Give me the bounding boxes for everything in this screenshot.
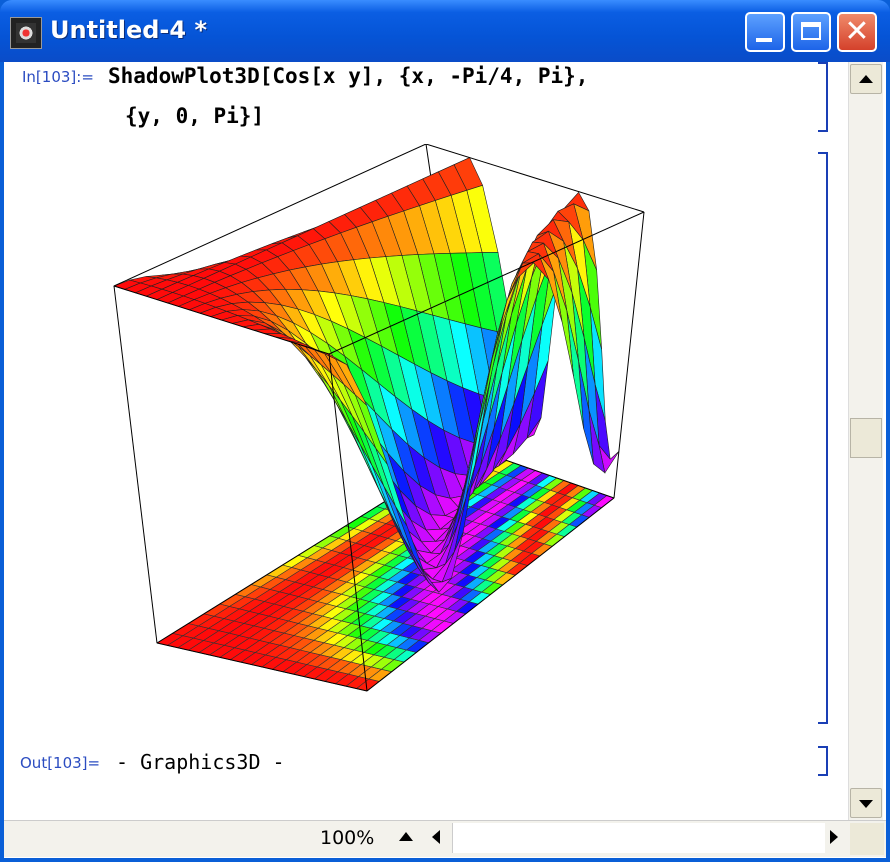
close-button[interactable]: ✕	[837, 12, 877, 52]
client-area: In[103]:= ShadowPlot3D[Cos[x y], {x, -Pi…	[4, 62, 886, 858]
resize-grip[interactable]	[850, 823, 884, 855]
output-graphics3d-text[interactable]: - Graphics3D -	[116, 750, 285, 774]
zoom-level[interactable]: 100%	[320, 827, 374, 849]
scroll-down-button[interactable]	[850, 788, 882, 818]
box-edge	[113, 285, 158, 644]
bottom-status-bar: 100%	[4, 820, 886, 857]
mathematica-app-icon[interactable]	[10, 17, 42, 49]
input-code-line-2[interactable]: {y, 0, Pi}]	[125, 104, 264, 128]
output-cell-bracket[interactable]	[818, 746, 828, 776]
arrow-down-icon	[859, 800, 873, 808]
zoom-menu-arrow-icon[interactable]	[399, 832, 413, 841]
maximize-button[interactable]	[791, 12, 831, 52]
input-code-line-1[interactable]: ShadowPlot3D[Cos[x y], {x, -Pi/4, Pi},	[108, 64, 588, 88]
minimize-button[interactable]	[745, 12, 785, 52]
shadowplot3d-graphic[interactable]	[104, 144, 664, 724]
arrow-up-icon	[859, 75, 873, 83]
vertical-scrollbar[interactable]	[848, 62, 883, 820]
scroll-right-icon[interactable]	[830, 830, 838, 844]
box-edge	[613, 211, 645, 499]
scroll-up-button[interactable]	[850, 64, 882, 94]
horizontal-scroll-track[interactable]	[452, 823, 825, 853]
input-cell-bracket[interactable]	[818, 62, 828, 132]
maximize-icon	[801, 22, 821, 40]
graphics-cell-bracket[interactable]	[818, 152, 828, 724]
notebook-window: Untitled-4 * ✕ In[103]:= ShadowPlot3D[Co…	[0, 0, 890, 862]
title-bar[interactable]: Untitled-4 * ✕	[0, 0, 890, 62]
minimize-icon	[756, 38, 772, 42]
scroll-left-icon[interactable]	[432, 830, 440, 844]
vertical-scroll-thumb[interactable]	[850, 418, 882, 458]
window-title: Untitled-4 *	[50, 16, 207, 44]
output-cell-label: Out[103]=	[20, 754, 101, 772]
notebook-content[interactable]: In[103]:= ShadowPlot3D[Cos[x y], {x, -Pi…	[4, 62, 844, 820]
close-icon: ✕	[844, 14, 870, 49]
input-cell-label: In[103]:=	[22, 68, 94, 86]
